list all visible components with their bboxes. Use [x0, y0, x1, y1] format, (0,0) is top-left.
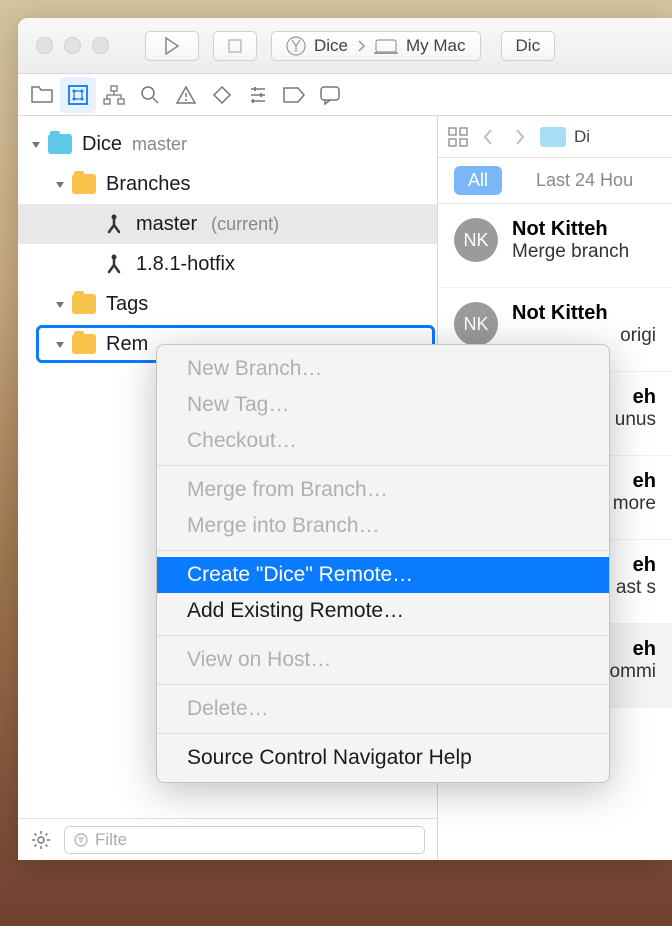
- forward-button[interactable]: [508, 128, 532, 146]
- stop-icon: [228, 39, 242, 53]
- menu-add-existing-remote[interactable]: Add Existing Remote…: [157, 593, 609, 629]
- tags-folder-icon: [72, 294, 96, 314]
- project-navigator-tab[interactable]: [24, 77, 60, 113]
- menu-separator: [157, 550, 609, 551]
- branches-folder-row[interactable]: Branches: [18, 164, 437, 204]
- chevron-left-icon: [482, 128, 494, 146]
- test-navigator-tab[interactable]: [204, 77, 240, 113]
- menu-separator: [157, 635, 609, 636]
- breakpoint-icon: [283, 87, 305, 103]
- context-menu: New Branch… New Tag… Checkout… Merge fro…: [156, 344, 610, 783]
- disclosure-triangle-icon[interactable]: [54, 298, 66, 310]
- source-control-navigator-tab[interactable]: [60, 77, 96, 113]
- stop-button[interactable]: [213, 31, 257, 61]
- menu-delete: Delete…: [157, 691, 609, 727]
- filter-field[interactable]: Filte: [64, 826, 425, 854]
- menu-checkout: Checkout…: [157, 423, 609, 459]
- app-icon: [286, 36, 306, 56]
- menu-merge-into: Merge into Branch…: [157, 508, 609, 544]
- commit-author: Not Kitteh: [512, 302, 656, 325]
- commit-message: Merge branch: [512, 241, 656, 263]
- run-button[interactable]: [145, 31, 199, 61]
- breadcrumb-text[interactable]: Di: [574, 127, 590, 147]
- sidebar-footer: Filte: [18, 818, 437, 860]
- menu-separator: [157, 465, 609, 466]
- folder-outline-icon: [31, 86, 53, 104]
- disclosure-triangle-icon[interactable]: [54, 178, 66, 190]
- filter-icon: [73, 832, 89, 848]
- menu-merge-from: Merge from Branch…: [157, 472, 609, 508]
- branch-icon: [102, 212, 126, 236]
- chevron-right-icon: [356, 39, 366, 53]
- report-navigator-tab[interactable]: [312, 77, 348, 113]
- grid-icon[interactable]: [448, 127, 468, 147]
- hierarchy-icon: [103, 85, 125, 105]
- breakpoint-navigator-tab[interactable]: [276, 77, 312, 113]
- repo-folder-icon: [48, 134, 72, 154]
- repo-name: Dice: [82, 133, 122, 156]
- gauge-icon: [248, 85, 268, 105]
- breadcrumb-folder-icon: [540, 127, 566, 147]
- branch-row-hotfix[interactable]: 1.8.1-hotfix: [18, 244, 437, 284]
- destination-name: My Mac: [406, 36, 466, 56]
- menu-new-tag: New Tag…: [157, 387, 609, 423]
- play-icon: [164, 37, 180, 55]
- remotes-folder-icon: [72, 334, 96, 354]
- commit-row[interactable]: NK Not Kitteh Merge branch: [438, 204, 672, 288]
- menu-separator: [157, 733, 609, 734]
- branches-label: Branches: [106, 173, 191, 196]
- menu-create-remote[interactable]: Create "Dice" Remote…: [157, 557, 609, 593]
- menu-new-branch: New Branch…: [157, 351, 609, 387]
- titlebar: Dice My Mac Dic: [18, 18, 672, 74]
- minimize-window-button[interactable]: [64, 37, 81, 54]
- repo-branch-label: master: [132, 134, 187, 155]
- scheme-selector[interactable]: Dice My Mac: [271, 31, 481, 61]
- traffic-lights: [36, 37, 109, 54]
- branch-row-master[interactable]: master (current): [18, 204, 437, 244]
- editor-header: Di: [438, 116, 672, 158]
- close-window-button[interactable]: [36, 37, 53, 54]
- filter-all[interactable]: All: [454, 166, 502, 195]
- gear-icon[interactable]: [30, 829, 52, 851]
- current-label: (current): [211, 214, 279, 235]
- commit-author: Not Kitteh: [512, 218, 656, 241]
- chevron-right-icon: [514, 128, 526, 146]
- back-button[interactable]: [476, 128, 500, 146]
- filter-last-24h[interactable]: Last 24 Hou: [522, 166, 647, 195]
- tags-label: Tags: [106, 293, 148, 316]
- branch-name: 1.8.1-hotfix: [136, 253, 235, 276]
- avatar: NK: [454, 302, 498, 346]
- activity-panel[interactable]: Dic: [501, 31, 556, 61]
- disclosure-triangle-icon[interactable]: [30, 138, 42, 150]
- chat-bubble-icon: [319, 85, 341, 105]
- scheme-name: Dice: [314, 36, 348, 56]
- device-icon: [374, 38, 398, 54]
- branches-folder-icon: [72, 174, 96, 194]
- commit-filter-bar: All Last 24 Hou: [438, 158, 672, 204]
- branch-name: master: [136, 213, 197, 236]
- warning-icon: [175, 85, 197, 105]
- search-icon: [140, 85, 160, 105]
- avatar: NK: [454, 218, 498, 262]
- filter-placeholder: Filte: [95, 830, 127, 850]
- menu-help[interactable]: Source Control Navigator Help: [157, 740, 609, 776]
- diamond-icon: [212, 85, 232, 105]
- tags-folder-row[interactable]: Tags: [18, 284, 437, 324]
- menu-view-on-host: View on Host…: [157, 642, 609, 678]
- menu-separator: [157, 684, 609, 685]
- zoom-window-button[interactable]: [92, 37, 109, 54]
- issue-navigator-tab[interactable]: [168, 77, 204, 113]
- symbol-navigator-tab[interactable]: [96, 77, 132, 113]
- find-navigator-tab[interactable]: [132, 77, 168, 113]
- repo-row[interactable]: Dice master: [18, 124, 437, 164]
- debug-navigator-tab[interactable]: [240, 77, 276, 113]
- branch-icon: [102, 252, 126, 276]
- source-control-icon: [67, 84, 89, 106]
- navigator-selector: [18, 74, 672, 116]
